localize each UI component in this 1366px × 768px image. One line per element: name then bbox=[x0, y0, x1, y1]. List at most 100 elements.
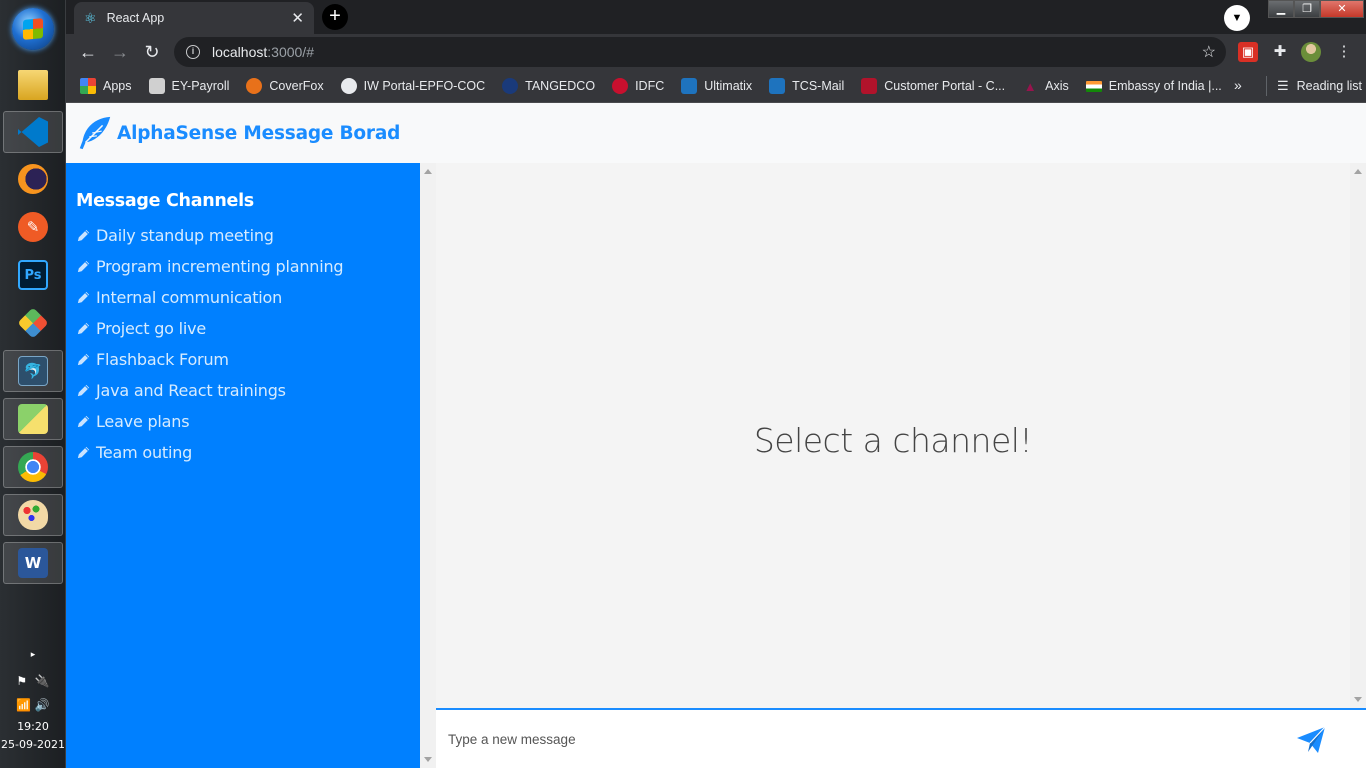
channel-label: Program incrementing planning bbox=[96, 257, 344, 276]
bookmark-label: Customer Portal - C... bbox=[884, 79, 1006, 93]
taskbar-photoshop[interactable]: Ps bbox=[3, 254, 63, 296]
chrome-icon bbox=[18, 452, 48, 482]
channel-item[interactable]: Program incrementing planning bbox=[76, 251, 410, 282]
sticky-notes-icon bbox=[18, 404, 48, 434]
maximize-button[interactable]: ❐ bbox=[1294, 0, 1320, 18]
scroll-up-arrow-icon[interactable] bbox=[1354, 169, 1362, 174]
channel-item[interactable]: Daily standup meeting bbox=[76, 220, 410, 251]
app-brand-title[interactable]: AlphaSense Message Borad bbox=[117, 123, 400, 144]
page-viewport: AlphaSense Message Borad Message Channel… bbox=[66, 103, 1366, 768]
bookmark-apps[interactable]: Apps bbox=[80, 78, 132, 94]
new-tab-button[interactable]: + bbox=[322, 4, 348, 30]
windows-taskbar: ✎ Ps 🐬 W ▸ ⚑ 🔌 📶 🔊 19:20 25-09-2021 bbox=[0, 0, 66, 768]
bookmark-axis[interactable]: ▲ Axis bbox=[1022, 78, 1069, 94]
channel-item[interactable]: Team outing bbox=[76, 437, 410, 468]
taskbar-postman[interactable]: ✎ bbox=[3, 206, 63, 248]
sidebar-title: Message Channels bbox=[76, 191, 254, 211]
channel-item[interactable]: Project go live bbox=[76, 313, 410, 344]
bookmark-star-icon[interactable]: ☆ bbox=[1202, 42, 1216, 62]
bookmark-tangedco[interactable]: TANGEDCO bbox=[502, 78, 595, 94]
scroll-down-arrow-icon[interactable] bbox=[1354, 697, 1362, 702]
scroll-down-arrow-icon[interactable] bbox=[424, 757, 432, 762]
reading-list-button[interactable]: ☰ Reading list bbox=[1266, 76, 1362, 96]
mysql-workbench-icon: 🐬 bbox=[18, 356, 48, 386]
channel-item[interactable]: Java and React trainings bbox=[76, 375, 410, 406]
volume-icon[interactable]: 🔊 bbox=[35, 698, 50, 712]
bookmark-ey-payroll[interactable]: EY-Payroll bbox=[148, 78, 229, 94]
bookmark-iw-portal[interactable]: IW Portal-EPFO-COC bbox=[340, 78, 485, 94]
bookmark-ultimatix[interactable]: Ultimatix bbox=[681, 78, 752, 94]
pencil-icon bbox=[77, 353, 90, 366]
taskbar-git[interactable] bbox=[3, 302, 63, 344]
bookmark-coverfox[interactable]: CoverFox bbox=[246, 78, 324, 94]
back-button[interactable]: ← bbox=[76, 40, 100, 64]
reload-button[interactable]: ↻ bbox=[140, 40, 164, 64]
channel-label: Internal communication bbox=[96, 288, 283, 307]
channel-item[interactable]: Internal communication bbox=[76, 282, 410, 313]
bookmark-label: Embassy of India |... bbox=[1108, 79, 1222, 93]
paint-icon bbox=[18, 500, 48, 530]
channel-item[interactable]: Leave plans bbox=[76, 406, 410, 437]
channel-label: Java and React trainings bbox=[96, 381, 286, 400]
tray-network-volume[interactable]: 📶 🔊 bbox=[0, 698, 66, 712]
taskbar-word[interactable]: W bbox=[3, 542, 63, 584]
photoshop-icon: Ps bbox=[18, 260, 48, 290]
bookmark-customer-portal[interactable]: Customer Portal - C... bbox=[861, 78, 1005, 94]
clock-time[interactable]: 19:20 bbox=[0, 720, 66, 733]
feather-logo-icon bbox=[79, 116, 111, 150]
tab-react-app[interactable]: ⚛ React App ✕ bbox=[74, 2, 314, 34]
channel-label: Project go live bbox=[96, 319, 207, 338]
bookmark-label: IDFC bbox=[635, 79, 665, 93]
taskbar-sticky-notes[interactable] bbox=[3, 398, 63, 440]
pencil-icon bbox=[77, 446, 90, 459]
start-button[interactable] bbox=[12, 8, 54, 50]
taskbar-paint[interactable] bbox=[3, 494, 63, 536]
taskbar-mysql-workbench[interactable]: 🐬 bbox=[3, 350, 63, 392]
tab-close-icon[interactable]: ✕ bbox=[291, 9, 304, 27]
eclipse-icon bbox=[18, 164, 48, 194]
tray-expand-icon[interactable]: ▸ bbox=[0, 650, 66, 660]
tray-icons[interactable]: ⚑ 🔌 bbox=[0, 674, 66, 688]
apps-grid-icon bbox=[80, 78, 96, 94]
address-bar[interactable]: i localhost:3000/# ☆ bbox=[174, 37, 1226, 67]
taskbar-chrome[interactable] bbox=[3, 446, 63, 488]
bookmarks-overflow-button[interactable]: » bbox=[1234, 77, 1242, 93]
bookmark-tcs-mail[interactable]: TCS-Mail bbox=[769, 78, 844, 94]
profile-avatar[interactable] bbox=[1301, 42, 1321, 62]
tata-icon bbox=[681, 78, 698, 94]
minimize-button[interactable]: ▁ bbox=[1268, 0, 1294, 18]
taskbar-vscode[interactable] bbox=[3, 111, 63, 153]
action-center-flag-icon[interactable]: ⚑ bbox=[16, 674, 27, 688]
site-info-icon[interactable]: i bbox=[186, 45, 200, 59]
clock-date[interactable]: 25-09-2021 bbox=[0, 738, 66, 751]
pencil-icon bbox=[77, 415, 90, 428]
taskbar-eclipse[interactable] bbox=[3, 158, 63, 200]
power-icon[interactable]: 🔌 bbox=[35, 674, 50, 688]
bookmark-label: TCS-Mail bbox=[792, 79, 845, 93]
taskbar-file-explorer[interactable] bbox=[3, 64, 63, 106]
sidebar-scrollbar[interactable] bbox=[420, 163, 436, 768]
globe-icon bbox=[340, 78, 357, 94]
git-icon bbox=[17, 307, 49, 339]
extension-icon[interactable]: ▣ bbox=[1238, 42, 1258, 62]
pencil-icon bbox=[77, 260, 90, 273]
postman-icon: ✎ bbox=[18, 212, 48, 242]
channel-item[interactable]: Flashback Forum bbox=[76, 344, 410, 375]
message-composer bbox=[436, 708, 1366, 768]
tab-search-button[interactable]: ▼ bbox=[1224, 5, 1250, 31]
bookmark-idfc[interactable]: IDFC bbox=[612, 78, 664, 94]
chat-scrollbar[interactable] bbox=[1350, 163, 1366, 708]
menu-kebab-icon[interactable]: ⋮ bbox=[1334, 42, 1354, 62]
channel-label: Team outing bbox=[96, 443, 193, 462]
forward-button[interactable]: → bbox=[108, 40, 132, 64]
close-window-button[interactable]: ✕ bbox=[1320, 0, 1364, 18]
scroll-up-arrow-icon[interactable] bbox=[424, 169, 432, 174]
pencil-icon bbox=[77, 322, 90, 335]
bookmark-embassy[interactable]: Embassy of India |... bbox=[1085, 79, 1222, 93]
network-icon[interactable]: 📶 bbox=[16, 698, 31, 712]
browser-toolbar: ← → ↻ i localhost:3000/# ☆ ▣ ✚ ⋮ bbox=[66, 34, 1366, 70]
send-icon[interactable] bbox=[1296, 726, 1326, 754]
file-explorer-icon bbox=[18, 70, 48, 100]
message-input[interactable] bbox=[448, 731, 1268, 747]
extensions-puzzle-icon[interactable]: ✚ bbox=[1270, 42, 1290, 62]
